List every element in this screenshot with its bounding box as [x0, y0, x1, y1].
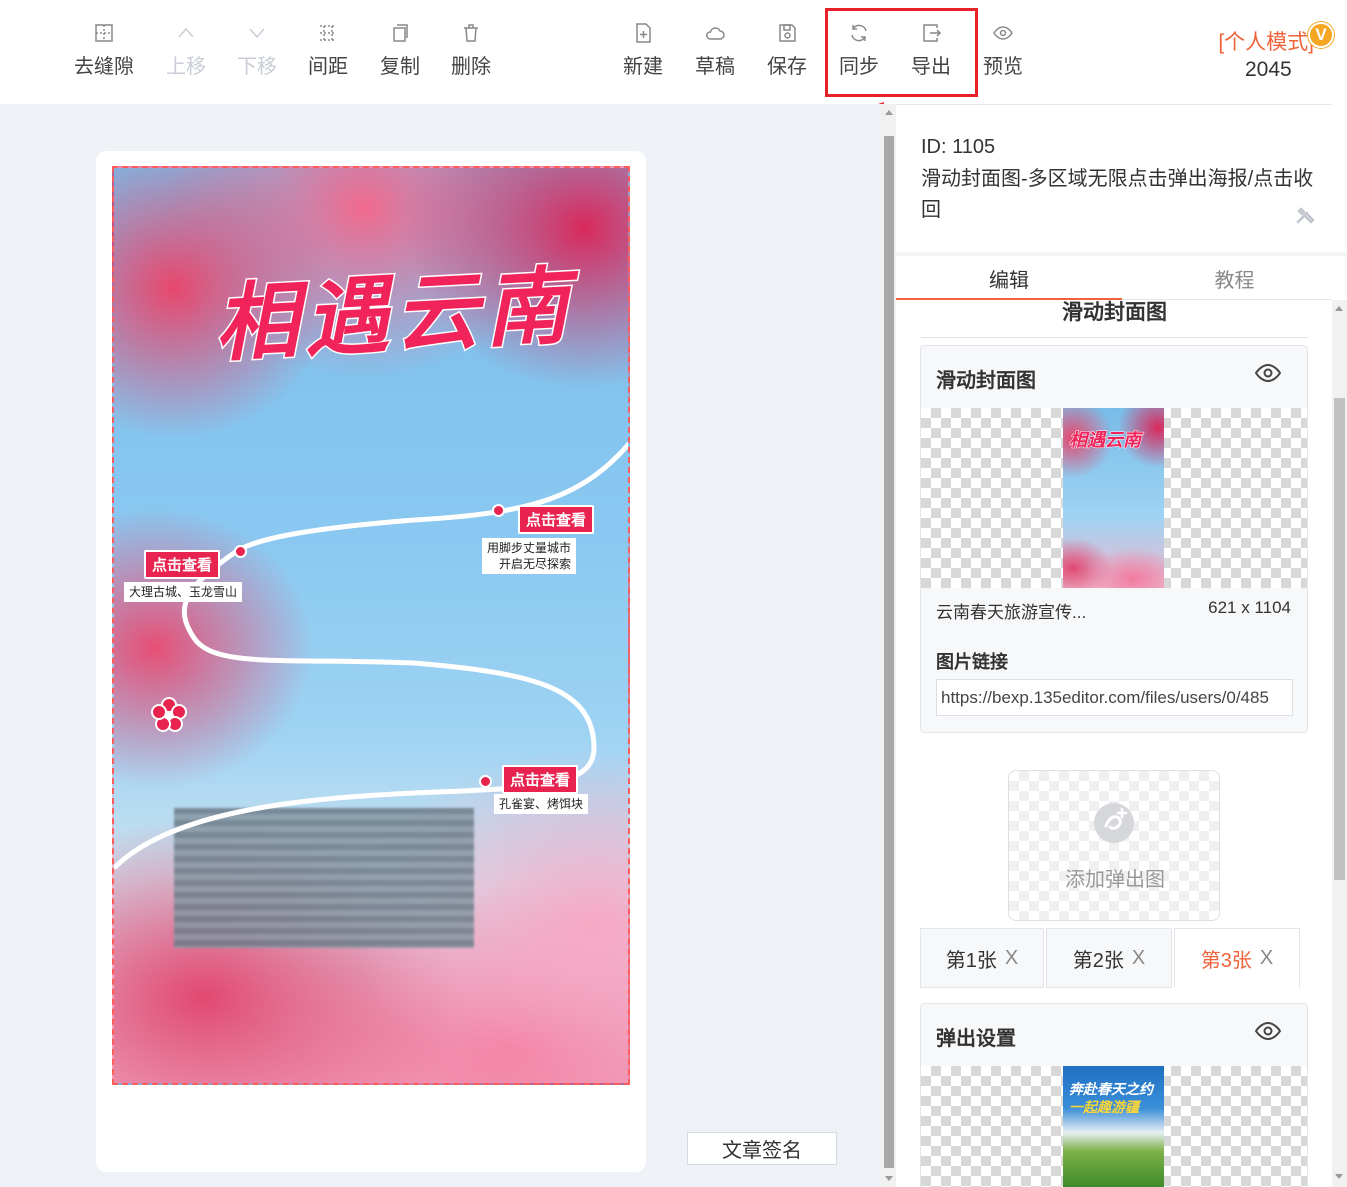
spacing-button[interactable]: 间距: [292, 22, 364, 88]
save-button[interactable]: 保存: [751, 22, 823, 88]
hotspot-subtitle: 孔雀宴、烤饵块: [494, 794, 589, 814]
poster-title: 相遇云南: [210, 254, 578, 375]
close-icon[interactable]: X: [1260, 947, 1273, 970]
tools-icon[interactable]: [1295, 205, 1317, 225]
template-id: ID: 1105: [921, 136, 996, 158]
scroll-up-icon[interactable]: [885, 110, 893, 115]
panel-divider: [896, 104, 1332, 105]
scroll-up-icon[interactable]: [1335, 306, 1343, 311]
add-image-icon: [1094, 803, 1134, 843]
popup-thumbnail-title: 奔赴春天之约 一起趣游疆: [1069, 1081, 1153, 1115]
copy-icon: [393, 24, 408, 42]
flower-icon: [151, 697, 187, 732]
tab-tutorial[interactable]: 教程: [1122, 256, 1347, 300]
new-button[interactable]: 新建: [607, 22, 679, 88]
remove-gap-button[interactable]: 去缝隙: [68, 22, 140, 88]
hotspot-subtitle: 用脚步丈量城市 开启无尽探索: [482, 538, 577, 574]
draft-button[interactable]: 草稿: [679, 22, 751, 88]
hotspot-dot[interactable]: [492, 504, 505, 517]
delete-button[interactable]: 删除: [435, 22, 507, 88]
popup-tab-label: 第1张: [945, 949, 997, 972]
popup-tab-label: 第3张: [1200, 949, 1252, 972]
visibility-eye-icon[interactable]: [1255, 1022, 1281, 1040]
image-name: 云南春天旅游宣传...: [936, 603, 1087, 622]
cover-image-preview[interactable]: 相遇云南: [921, 408, 1307, 588]
template-title: 滑动封面图-多区域无限点击弹出海报/点击收回: [921, 168, 1314, 221]
spacing-icon: [320, 25, 336, 41]
scroll-down-icon[interactable]: [885, 1176, 893, 1181]
scroll-down-icon[interactable]: [1335, 1174, 1343, 1179]
copy-button[interactable]: 复制: [364, 22, 436, 88]
popup-tab-label: 第2张: [1072, 949, 1124, 972]
section-title: 滑动封面图: [921, 300, 1308, 338]
save-icon: [779, 24, 796, 42]
hotspot-tag[interactable]: 点击查看: [502, 765, 579, 794]
visibility-eye-icon[interactable]: [1255, 364, 1281, 382]
cover-thumbnail-title: 相遇云南: [1069, 430, 1142, 452]
hotspot-tag[interactable]: 点击查看: [144, 550, 221, 579]
add-popup-label: 添加弹出图: [1065, 869, 1165, 891]
trash-icon: [464, 24, 478, 42]
popup-tab-1[interactable]: 第1张 X: [920, 928, 1044, 988]
popup-card-title: 弹出设置: [936, 1028, 1016, 1050]
chevron-up-icon: [178, 27, 194, 38]
move-down-button[interactable]: 下移: [221, 22, 293, 88]
toolbar: 去缝隙 上移 下移 间距 复制 删除 新建 草稿 保存 同步 导出 预览 [个人…: [0, 0, 1347, 104]
personal-mode-switch[interactable]: [个人模式] V 2045: [1190, 22, 1340, 92]
hotspot-dot[interactable]: [479, 775, 492, 788]
chevron-down-icon: [249, 28, 265, 39]
image-size: 621 x 1104: [1208, 598, 1291, 617]
cloud-icon: [706, 27, 725, 40]
hotspot-tag[interactable]: 点击查看: [518, 505, 595, 534]
image-link-label: 图片链接: [936, 652, 1008, 672]
tab-edit[interactable]: 编辑: [896, 256, 1122, 300]
popup-image-preview[interactable]: 奔赴春天之约 一起趣游疆: [921, 1066, 1307, 1187]
close-icon[interactable]: X: [1005, 947, 1018, 970]
canvas-scroll-thumb[interactable]: [884, 136, 894, 1168]
vip-badge-icon: V: [1308, 22, 1334, 48]
popup-thumbnail: 奔赴春天之约 一起趣游疆: [1063, 1066, 1164, 1187]
cover-card-title: 滑动封面图: [936, 370, 1036, 392]
popup-settings-card: 弹出设置 奔赴春天之约 一起趣游疆: [920, 1003, 1308, 1187]
app-root: 去缝隙 上移 下移 间距 复制 删除 新建 草稿 保存 同步 导出 预览 [个人…: [0, 0, 1347, 1187]
popup-tab-2[interactable]: 第2张 X: [1046, 928, 1172, 988]
mode-label: [个人模式]: [1218, 31, 1314, 54]
highlight-box: [825, 8, 978, 97]
hotspot-dot[interactable]: [234, 545, 247, 558]
cover-thumbnail: 相遇云南: [1063, 408, 1164, 588]
panel-scroll-thumb[interactable]: [1334, 398, 1345, 880]
mode-count: 2045: [1245, 58, 1292, 81]
sliding-cover-poster[interactable]: 相遇云南 点击查看 用脚步丈量城市 开启无尽探索 点击查看 大理古城、玉龙雪山 点…: [112, 166, 630, 1085]
cover-image-card: 滑动封面图 相遇云南 云南春天旅游宣传... 621 x 1104 图片链接: [920, 345, 1308, 733]
close-icon[interactable]: X: [1132, 947, 1145, 970]
add-popup-image-button[interactable]: 添加弹出图: [1008, 770, 1220, 921]
article-signature-button[interactable]: 文章签名: [687, 1132, 837, 1165]
image-link-input[interactable]: [936, 679, 1293, 716]
popup-tab-3[interactable]: 第3张 X: [1174, 928, 1300, 988]
move-up-button[interactable]: 上移: [150, 22, 222, 88]
hotspot-subtitle: 大理古城、玉龙雪山: [124, 582, 243, 602]
grid-gap-icon: [95, 24, 113, 42]
eye-icon: [993, 26, 1013, 40]
new-file-icon: [636, 23, 651, 43]
